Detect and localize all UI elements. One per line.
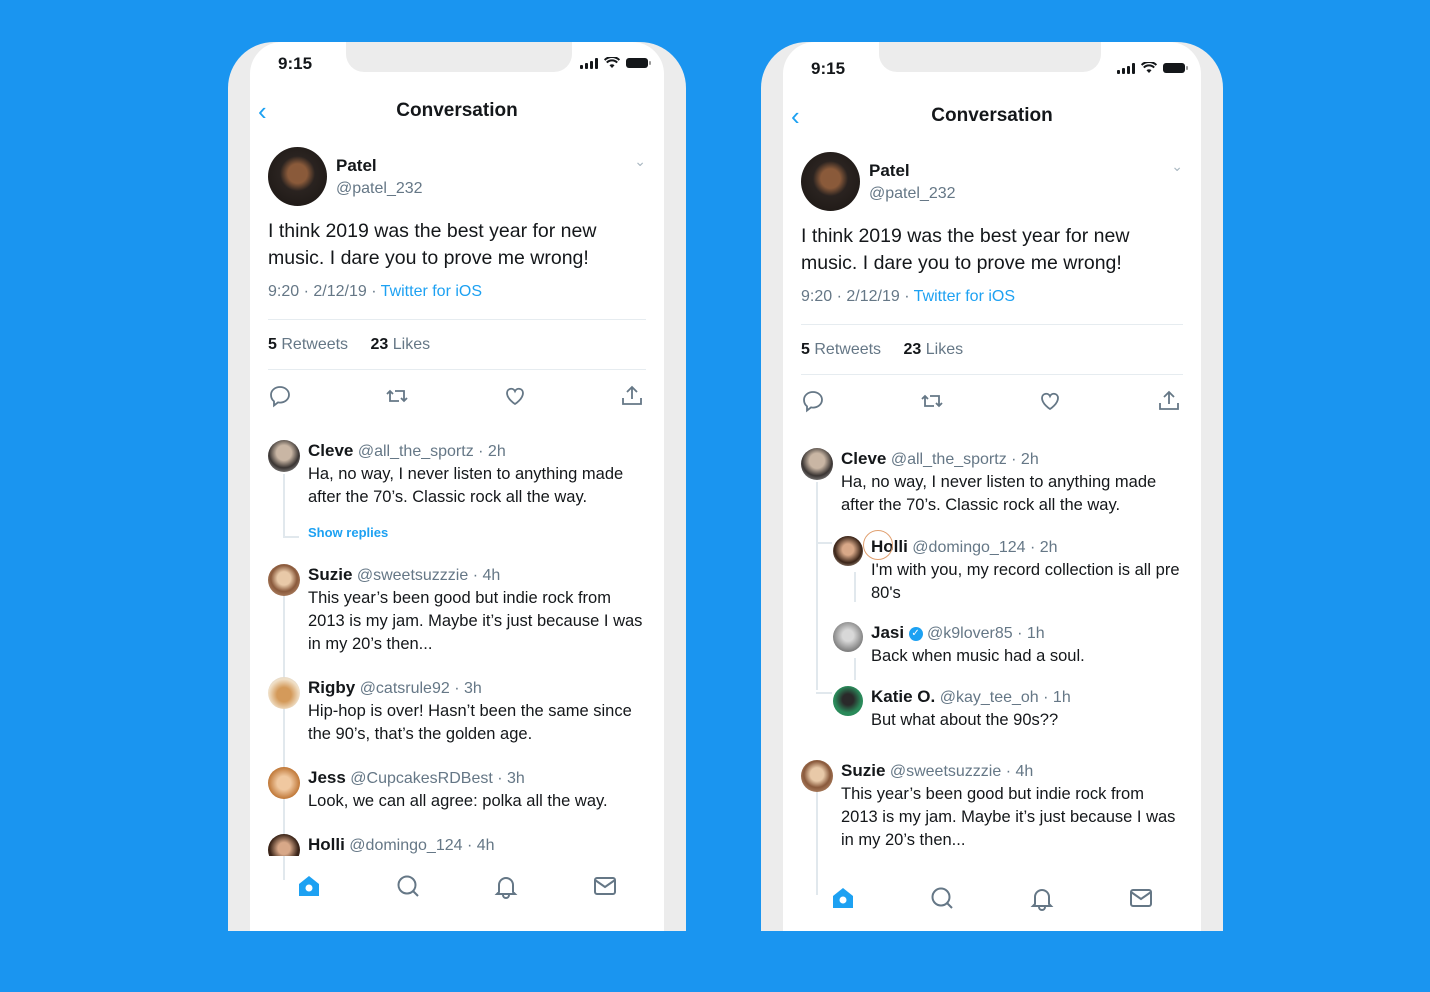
page-title: Conversation: [396, 100, 518, 121]
likes-stat[interactable]: 23 Likes: [904, 341, 964, 358]
screen: 9:15 ‹ Conversation Patel @patel_232 ⌄ I…: [783, 42, 1201, 931]
chevron-down-icon[interactable]: ⌄: [634, 153, 646, 170]
nav-bar: ‹ Conversation: [783, 99, 1201, 133]
reply-item[interactable]: Holli @domingo_124 · 4h: [268, 834, 646, 856]
reply-item[interactable]: Jess @CupcakesRDBest · 3h Look, we can a…: [268, 767, 646, 834]
page-title: Conversation: [931, 105, 1053, 126]
avatar[interactable]: [801, 152, 860, 211]
wifi-icon: [1141, 62, 1157, 73]
main-tweet: Patel @patel_232 ⌄ I think 2019 was the …: [801, 152, 1183, 413]
reply-item[interactable]: Jasi ✓ @k9lover85 · 1h Back when music h…: [801, 622, 1183, 686]
tab-bar: [250, 873, 664, 899]
back-button[interactable]: ‹: [258, 98, 267, 124]
notch: [879, 42, 1101, 72]
back-button[interactable]: ‹: [791, 103, 800, 129]
retweet-icon[interactable]: [920, 389, 944, 413]
tab-bar: [783, 885, 1201, 911]
retweets-stat[interactable]: 5 Retweets: [268, 336, 348, 353]
reply-item[interactable]: Suzie @sweetsuzzzie · 4h This year’s bee…: [268, 564, 646, 677]
avatar[interactable]: [833, 536, 863, 566]
verified-badge-icon: ✓: [908, 626, 923, 641]
tweet-stats: 5 Retweets 23 Likes: [268, 320, 646, 369]
screen: 9:15 ‹ Conversation Patel @patel_232 ⌄ I…: [250, 42, 664, 931]
search-icon[interactable]: [395, 873, 421, 899]
notifications-icon[interactable]: [493, 873, 519, 899]
main-tweet: Patel @patel_232 ⌄ I think 2019 was the …: [268, 147, 646, 408]
tweet-text: I think 2019 was the best year for new m…: [268, 220, 597, 269]
reply-item[interactable]: Cleve @all_the_sportz · 2h Ha, no way, I…: [268, 440, 646, 564]
replies-list: Cleve @all_the_sportz · 2h Ha, no way, I…: [268, 440, 646, 880]
home-icon[interactable]: [830, 885, 856, 911]
tweet-timestamp: 9:20 · 2/12/19 ·: [268, 283, 381, 300]
like-icon[interactable]: [1038, 389, 1062, 413]
cursor-indicator: [863, 530, 893, 560]
show-replies-link[interactable]: Show replies: [308, 525, 646, 540]
chevron-down-icon[interactable]: ⌄: [1171, 158, 1183, 175]
signal-icon: [580, 57, 598, 69]
reply-icon[interactable]: [268, 384, 292, 408]
tweet-source-link[interactable]: Twitter for iOS: [914, 288, 1015, 305]
tweet-actions: [268, 370, 646, 408]
messages-icon[interactable]: [1128, 885, 1154, 911]
author-handle: @patel_232: [869, 184, 956, 202]
reply-item[interactable]: Holli @domingo_124 · 2h I'm with you, my…: [801, 530, 1183, 622]
notifications-icon[interactable]: [1029, 885, 1055, 911]
avatar[interactable]: [801, 760, 833, 792]
status-time: 9:15: [278, 54, 313, 73]
status-time: 9:15: [811, 59, 846, 78]
tweet-stats: 5 Retweets 23 Likes: [801, 325, 1183, 374]
phone-right: 9:15 ‹ Conversation Patel @patel_232 ⌄ I…: [761, 42, 1223, 931]
avatar[interactable]: [833, 686, 863, 716]
notch: [346, 42, 572, 72]
wifi-icon: [604, 57, 620, 68]
avatar[interactable]: [833, 622, 863, 652]
tweet-timestamp: 9:20 · 2/12/19 ·: [801, 288, 914, 305]
likes-stat[interactable]: 23 Likes: [371, 336, 431, 353]
author-handle: @patel_232: [336, 179, 423, 197]
avatar[interactable]: [268, 440, 300, 472]
replies-list: Cleve @all_the_sportz · 2h Ha, no way, I…: [801, 448, 1183, 895]
avatar[interactable]: [268, 564, 300, 596]
phone-left: 9:15 ‹ Conversation Patel @patel_232 ⌄ I…: [228, 42, 686, 931]
status-icons: [580, 57, 651, 69]
tweet-meta: 9:20 · 2/12/19 · Twitter for iOS: [268, 283, 646, 301]
nav-bar: ‹ Conversation: [250, 94, 664, 128]
status-icons: [1117, 62, 1188, 74]
battery-icon: [626, 58, 651, 68]
retweets-stat[interactable]: 5 Retweets: [801, 341, 881, 358]
messages-icon[interactable]: [592, 873, 618, 899]
battery-icon: [1163, 63, 1188, 73]
avatar[interactable]: [268, 834, 300, 856]
avatar[interactable]: [268, 677, 300, 709]
reply-item[interactable]: Katie O. @kay_tee_oh · 1h But what about…: [801, 686, 1183, 760]
avatar[interactable]: [801, 448, 833, 480]
share-icon[interactable]: [1157, 389, 1181, 413]
home-icon[interactable]: [296, 873, 322, 899]
avatar[interactable]: [268, 767, 300, 799]
author-name[interactable]: Patel: [336, 156, 423, 176]
reply-item[interactable]: Suzie @sweetsuzzzie · 4h This year’s bee…: [801, 760, 1183, 860]
tweet-source-link[interactable]: Twitter for iOS: [381, 283, 482, 300]
avatar[interactable]: [268, 147, 327, 206]
author-name[interactable]: Patel: [869, 161, 956, 181]
share-icon[interactable]: [620, 384, 644, 408]
tweet-meta: 9:20 · 2/12/19 · Twitter for iOS: [801, 288, 1183, 306]
reply-item[interactable]: Rigby @catsrule92 · 3h Hip-hop is over! …: [268, 677, 646, 767]
reply-icon[interactable]: [801, 389, 825, 413]
retweet-icon[interactable]: [385, 384, 409, 408]
tweet-actions: [801, 375, 1183, 413]
signal-icon: [1117, 62, 1135, 74]
search-icon[interactable]: [929, 885, 955, 911]
like-icon[interactable]: [503, 384, 527, 408]
tweet-text: I think 2019 was the best year for new m…: [801, 225, 1130, 274]
reply-item[interactable]: Cleve @all_the_sportz · 2h Ha, no way, I…: [801, 448, 1183, 536]
